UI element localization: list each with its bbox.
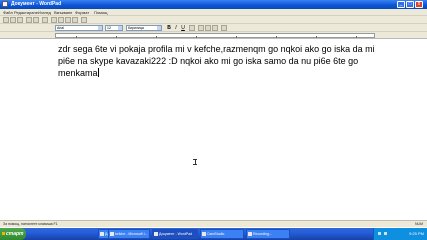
ibeam-cursor-icon [193, 159, 197, 165]
document-text: zdr sega 6te vi pokaja profila mi v kefc… [58, 44, 375, 78]
recording-icon [248, 232, 252, 236]
chevron-down-icon [118, 26, 122, 30]
paste-icon[interactable] [65, 17, 71, 23]
ruler-tick [76, 36, 77, 38]
font-size-value: 12 [107, 26, 111, 30]
network-icon[interactable] [384, 232, 387, 235]
open-icon[interactable] [10, 17, 16, 23]
minimize-button[interactable]: _ [397, 1, 405, 8]
taskbar-item-label: CamStudio [207, 232, 225, 236]
ruler-tick [356, 36, 357, 38]
color-icon[interactable] [189, 25, 195, 31]
menu-insert[interactable]: Вмъкване [54, 9, 72, 16]
ruler-tick [156, 36, 157, 38]
wordpad-icon [2, 1, 8, 7]
menu-file[interactable]: Файл [3, 9, 13, 16]
clock[interactable]: 9:25 PM [409, 228, 424, 240]
menu-view[interactable]: Изглед [38, 9, 51, 16]
taskbar-item-wordpad-2[interactable]: Документ - WordPad [152, 229, 198, 239]
document-area[interactable]: zdr sega 6te vi pokaja profila mi v kefc… [0, 39, 427, 220]
script-value: Кирилица [128, 26, 144, 30]
taskbar-item-camstudio[interactable]: CamStudio [200, 229, 244, 239]
num-lock-indicator: NUM [415, 222, 423, 226]
find-icon[interactable] [42, 17, 48, 23]
format-toolbar: Arial 12 Кирилица B I U [0, 24, 427, 32]
ruler-strip [55, 33, 375, 38]
ruler-tick [116, 36, 117, 38]
bullets-icon[interactable] [221, 25, 227, 31]
window-title: Документ - WordPad [11, 1, 62, 7]
save-icon[interactable] [17, 17, 23, 23]
ruler-tick [276, 36, 277, 38]
copy-icon[interactable] [58, 17, 64, 23]
undo-icon[interactable] [72, 17, 78, 23]
cut-icon[interactable] [51, 17, 57, 23]
volume-icon[interactable] [378, 232, 381, 235]
font-size-select[interactable]: 12 [105, 25, 123, 31]
taskbar-item-label: kefche - Microsoft I... [115, 232, 148, 236]
document-text-block[interactable]: zdr sega 6te vi pokaja profila mi v kefc… [58, 43, 378, 79]
ruler[interactable] [0, 32, 427, 39]
ruler-tick [236, 36, 237, 38]
align-left-icon[interactable] [198, 25, 204, 31]
menu-help[interactable]: Помощ [94, 9, 107, 16]
chevron-down-icon [157, 26, 161, 30]
ruler-tick [196, 36, 197, 38]
taskbar: старт Документ - WordPad kefche - Micros… [0, 228, 427, 240]
new-icon[interactable] [3, 17, 9, 23]
print-preview-icon[interactable] [33, 17, 39, 23]
italic-button[interactable]: I [173, 25, 179, 31]
ruler-tick [316, 36, 317, 38]
text-caret [97, 68, 99, 77]
menu-edit[interactable]: Редактиране [14, 9, 38, 16]
taskbar-item-label: Recording... [253, 232, 272, 236]
chevron-down-icon [98, 26, 102, 30]
align-right-icon[interactable] [212, 25, 218, 31]
browser-icon [110, 232, 114, 236]
font-select-value: Arial [57, 26, 65, 30]
menu-bar: Файл Редактиране Изглед Вмъкване Формат … [0, 9, 427, 16]
align-center-icon[interactable] [205, 25, 211, 31]
wordpad-screen: Документ - WordPad _ □ x Файл Редактиран… [0, 0, 427, 240]
close-button[interactable]: x [415, 1, 423, 8]
standard-toolbar [0, 16, 427, 24]
underline-button[interactable]: U [180, 25, 186, 31]
title-bar[interactable]: Документ - WordPad _ □ x [0, 0, 427, 9]
print-icon[interactable] [26, 17, 32, 23]
wordpad-icon [154, 232, 158, 236]
date-time-icon[interactable] [81, 17, 87, 23]
taskbar-item-label: Документ - WordPad [159, 232, 193, 236]
bold-button[interactable]: B [166, 25, 172, 31]
start-button[interactable]: старт [0, 228, 26, 240]
status-bar: За помощ, натиснете клавиша F1 NUM [0, 220, 427, 227]
camstudio-icon [202, 232, 206, 236]
system-tray: 9:25 PM [373, 228, 427, 240]
start-label: старт [6, 231, 24, 237]
wordpad-icon [100, 232, 104, 236]
status-text: За помощ, натиснете клавиша F1 [3, 222, 58, 226]
script-select[interactable]: Кирилица [126, 25, 162, 31]
menu-format[interactable]: Формат [75, 9, 89, 16]
maximize-button[interactable]: □ [406, 1, 414, 8]
taskbar-item-recording[interactable]: Recording... [246, 229, 290, 239]
font-select[interactable]: Arial [55, 25, 103, 31]
windows-flag-icon [2, 232, 5, 235]
taskbar-item-browser[interactable]: kefche - Microsoft I... [108, 229, 150, 239]
